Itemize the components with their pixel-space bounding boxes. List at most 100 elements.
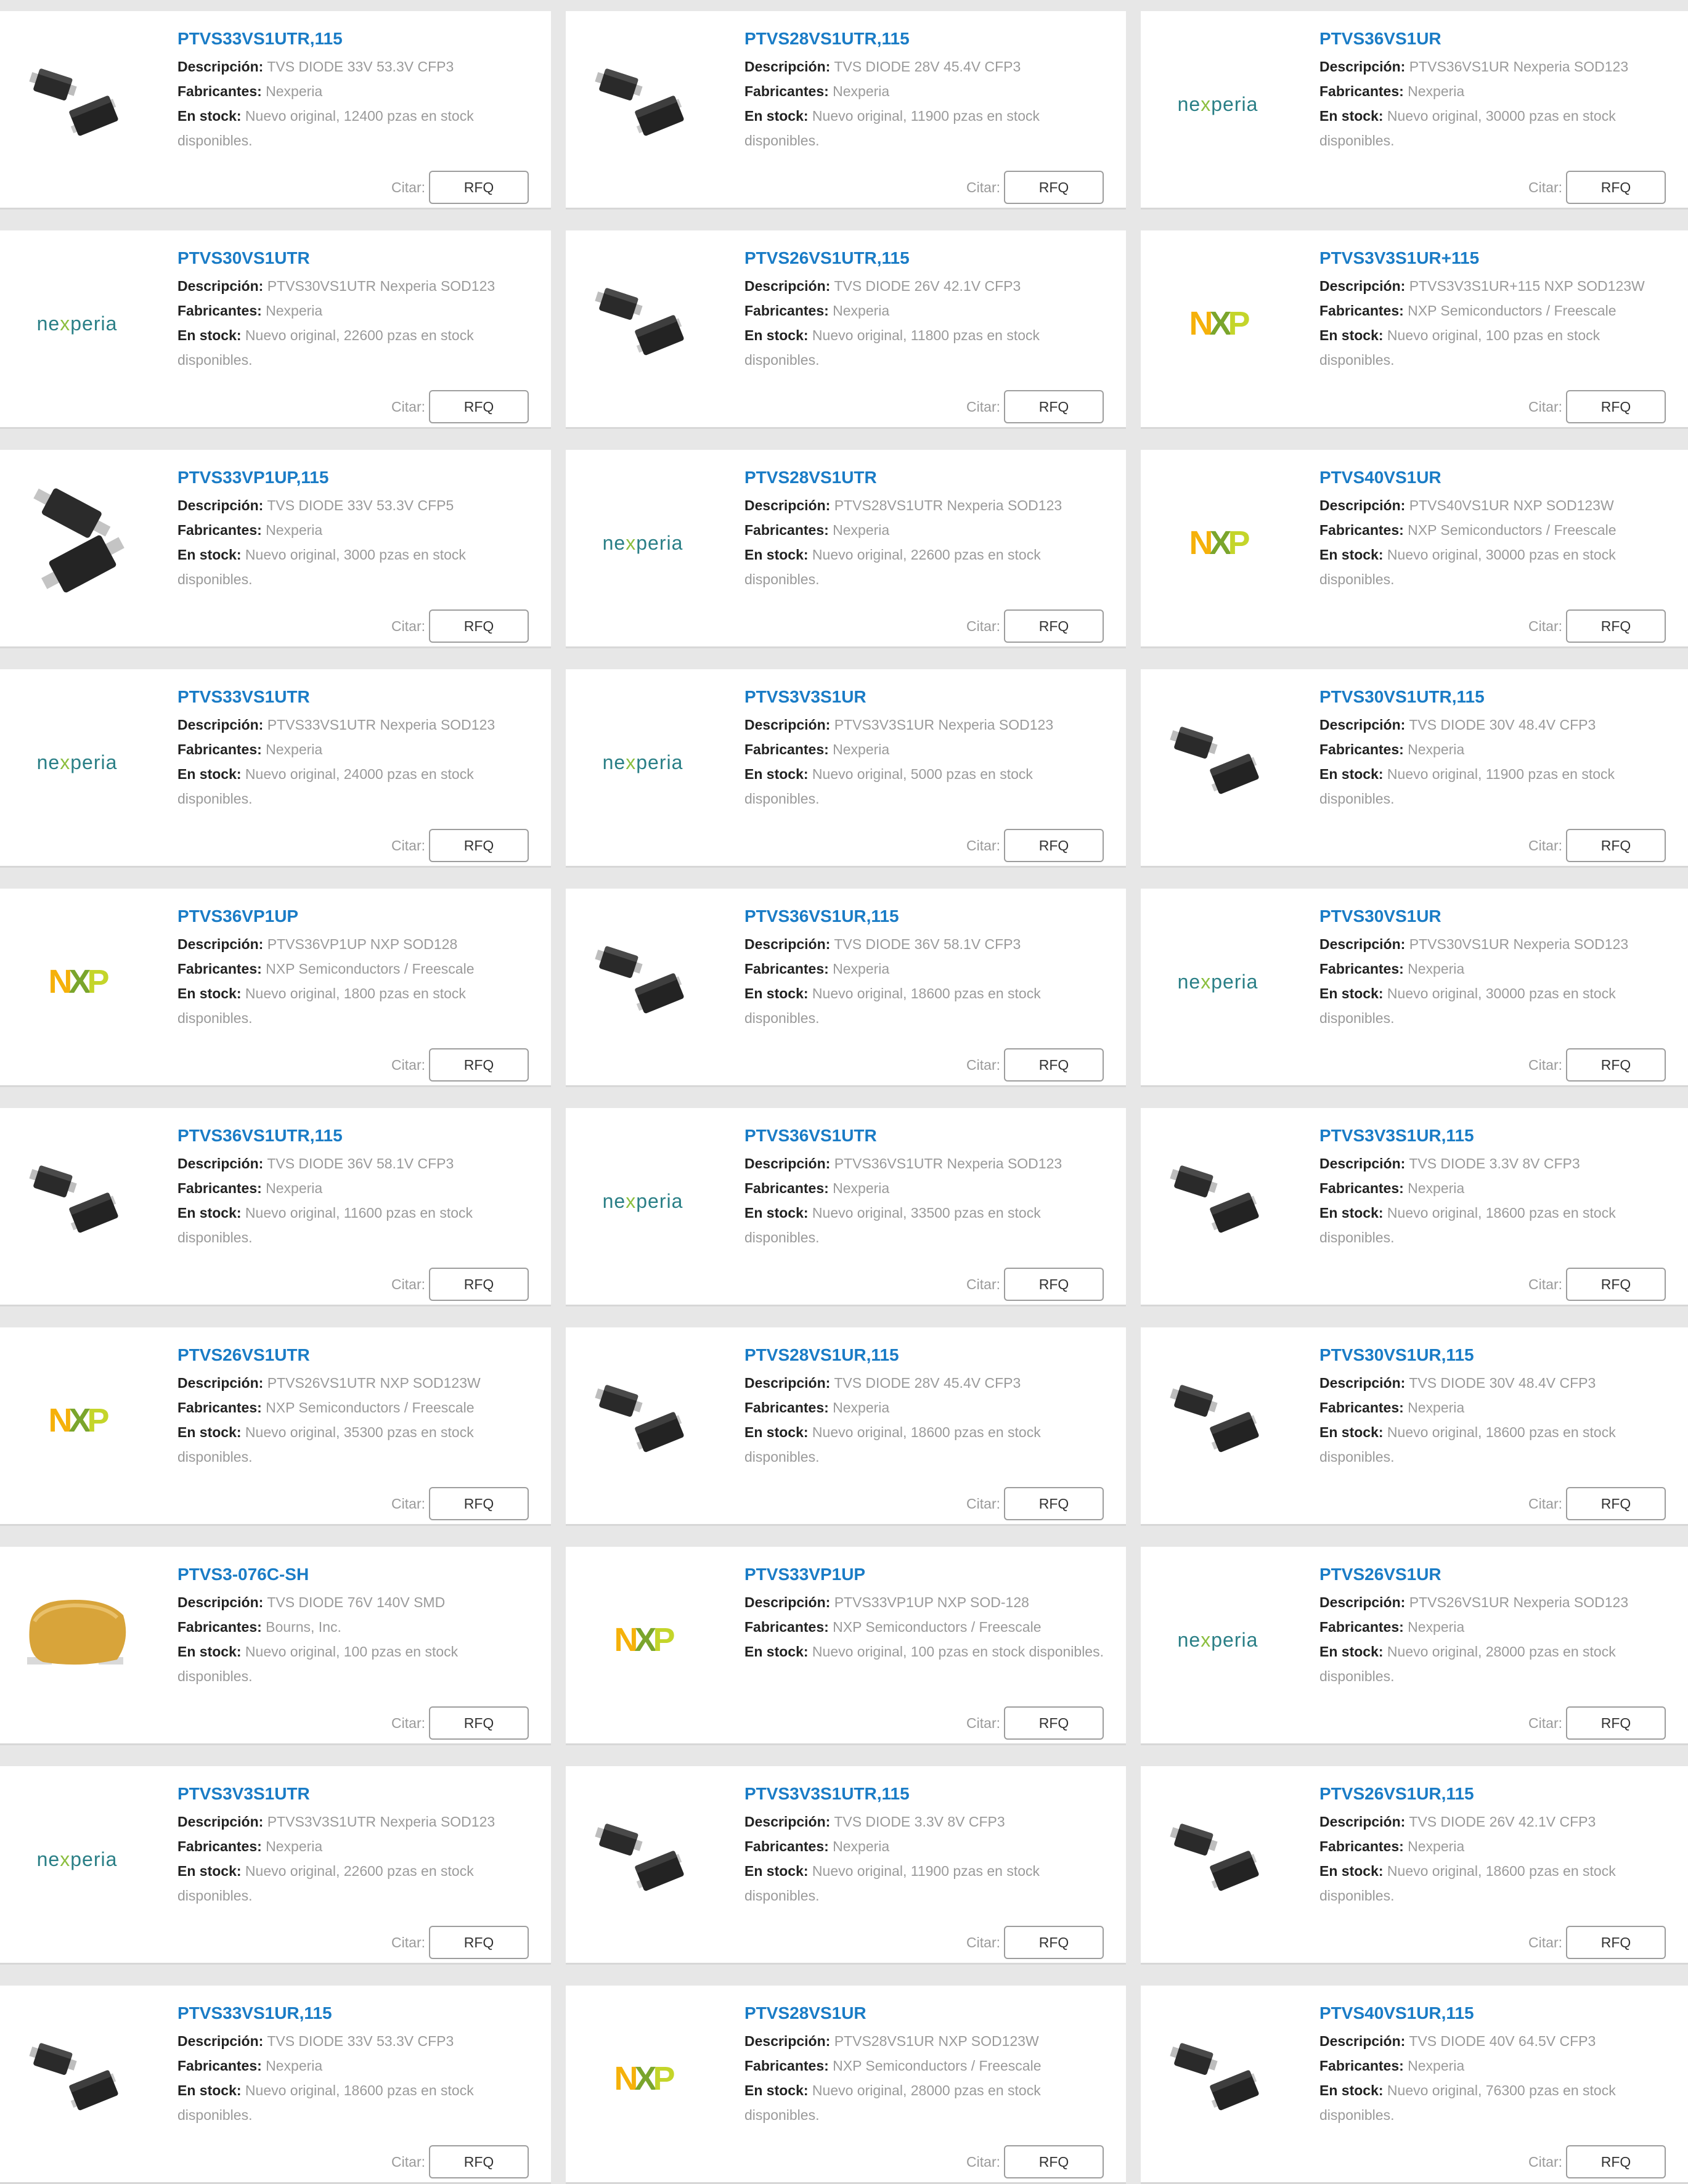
rfq-button[interactable]: RFQ — [429, 829, 529, 862]
rfq-button[interactable]: RFQ — [429, 1706, 529, 1740]
product-image[interactable]: nexperia — [578, 704, 707, 821]
product-image[interactable]: nexperia — [12, 1801, 142, 1918]
product-image[interactable]: NXP — [1153, 484, 1282, 601]
nxp-logo: NXP — [1189, 524, 1250, 561]
product-part-link[interactable]: PTVS33VS1UR,115 — [177, 2003, 536, 2024]
rfq-button[interactable]: RFQ — [429, 1487, 529, 1520]
product-image[interactable]: nexperia — [1153, 923, 1282, 1040]
product-image[interactable]: NXP — [12, 923, 142, 1040]
product-part-link[interactable]: PTVS30VS1UR — [1319, 906, 1673, 927]
product-image[interactable] — [578, 923, 707, 1040]
rfq-button[interactable]: RFQ — [1004, 1706, 1104, 1740]
product-part-link[interactable]: PTVS33VS1UTR — [177, 687, 536, 707]
product-part-link[interactable]: PTVS30VS1UTR,115 — [1319, 687, 1673, 707]
rfq-button[interactable]: RFQ — [429, 171, 529, 204]
product-image[interactable] — [12, 46, 142, 163]
product-part-link[interactable]: PTVS3V3S1UTR,115 — [744, 1783, 1111, 1804]
product-image[interactable]: NXP — [578, 1581, 707, 1698]
rfq-button[interactable]: RFQ — [1004, 171, 1104, 204]
rfq-button[interactable]: RFQ — [1566, 1926, 1666, 1959]
product-part-link[interactable]: PTVS36VS1UR — [1319, 28, 1673, 49]
rfq-button[interactable]: RFQ — [1566, 1487, 1666, 1520]
product-part-link[interactable]: PTVS3V3S1UR — [744, 687, 1111, 707]
description-row: Descripción: PTVS26VS1UTR NXP SOD123W — [177, 1371, 536, 1395]
product-part-link[interactable]: PTVS26VS1UTR — [177, 1345, 536, 1366]
product-image[interactable] — [1153, 1801, 1282, 1918]
product-image[interactable] — [1153, 1143, 1282, 1260]
product-image[interactable] — [578, 46, 707, 163]
product-card: PTVS33VS1UR,115 Descripción: TVS DIODE 3… — [0, 1986, 551, 2184]
product-part-link[interactable]: PTVS33VP1UP,115 — [177, 467, 536, 488]
product-image[interactable]: nexperia — [12, 704, 142, 821]
product-part-link[interactable]: PTVS36VS1UTR — [744, 1125, 1111, 1146]
product-image[interactable] — [12, 2020, 142, 2137]
manufacturer-row: Fabricantes: Nexperia — [744, 298, 1111, 323]
product-part-link[interactable]: PTVS33VS1UTR,115 — [177, 28, 536, 49]
product-image[interactable]: nexperia — [1153, 1581, 1282, 1698]
product-image[interactable] — [12, 1143, 142, 1260]
product-part-link[interactable]: PTVS36VS1UR,115 — [744, 906, 1111, 927]
description-value: TVS DIODE 3.3V 8V CFP3 — [1409, 1155, 1580, 1171]
rfq-button[interactable]: RFQ — [1004, 1926, 1104, 1959]
product-image[interactable] — [578, 265, 707, 382]
rfq-button[interactable]: RFQ — [1004, 390, 1104, 423]
product-part-link[interactable]: PTVS36VS1UTR,115 — [177, 1125, 536, 1146]
rfq-button[interactable]: RFQ — [429, 1048, 529, 1082]
product-image[interactable]: nexperia — [578, 1143, 707, 1260]
product-part-link[interactable]: PTVS3-076C-SH — [177, 1564, 536, 1585]
product-part-link[interactable]: PTVS28VS1UTR — [744, 467, 1111, 488]
rfq-button[interactable]: RFQ — [1566, 609, 1666, 643]
product-image[interactable] — [1153, 2020, 1282, 2137]
rfq-button[interactable]: RFQ — [1004, 2145, 1104, 2178]
rfq-button[interactable]: RFQ — [429, 609, 529, 643]
rfq-button[interactable]: RFQ — [1566, 390, 1666, 423]
product-part-link[interactable]: PTVS26VS1UTR,115 — [744, 248, 1111, 269]
product-part-link[interactable]: PTVS3V3S1UTR — [177, 1783, 536, 1804]
product-part-link[interactable]: PTVS26VS1UR,115 — [1319, 1783, 1673, 1804]
product-image[interactable] — [1153, 1362, 1282, 1479]
rfq-button[interactable]: RFQ — [1566, 171, 1666, 204]
manufacturer-row: Fabricantes: Nexperia — [177, 79, 536, 104]
product-part-link[interactable]: PTVS28VS1UR — [744, 2003, 1111, 2024]
product-part-link[interactable]: PTVS40VS1UR — [1319, 467, 1673, 488]
rfq-button[interactable]: RFQ — [1566, 1268, 1666, 1301]
rfq-button[interactable]: RFQ — [1004, 829, 1104, 862]
rfq-button[interactable]: RFQ — [429, 1926, 529, 1959]
manufacturer-label: Fabricantes: — [1319, 1180, 1404, 1196]
quote-area: Citar: RFQ — [391, 171, 529, 204]
product-image[interactable] — [12, 484, 142, 601]
rfq-button[interactable]: RFQ — [429, 2145, 529, 2178]
product-part-link[interactable]: PTVS30VS1UTR — [177, 248, 536, 269]
product-part-link[interactable]: PTVS36VP1UP — [177, 906, 536, 927]
product-part-link[interactable]: PTVS33VP1UP — [744, 1564, 1111, 1585]
rfq-button[interactable]: RFQ — [1004, 609, 1104, 643]
product-part-link[interactable]: PTVS30VS1UR,115 — [1319, 1345, 1673, 1366]
product-part-link[interactable]: PTVS3V3S1UR,115 — [1319, 1125, 1673, 1146]
product-image[interactable]: NXP — [12, 1362, 142, 1479]
product-part-link[interactable]: PTVS40VS1UR,115 — [1319, 2003, 1673, 2024]
product-image[interactable]: nexperia — [12, 265, 142, 382]
description-row: Descripción: TVS DIODE 26V 42.1V CFP3 — [1319, 1809, 1673, 1834]
product-image[interactable]: NXP — [578, 2020, 707, 2137]
product-image[interactable]: nexperia — [1153, 46, 1282, 163]
product-part-link[interactable]: PTVS28VS1UR,115 — [744, 1345, 1111, 1366]
rfq-button[interactable]: RFQ — [1004, 1268, 1104, 1301]
rfq-button[interactable]: RFQ — [429, 390, 529, 423]
product-part-link[interactable]: PTVS3V3S1UR+115 — [1319, 248, 1673, 269]
rfq-button[interactable]: RFQ — [429, 1268, 529, 1301]
product-part-link[interactable]: PTVS26VS1UR — [1319, 1564, 1673, 1585]
product-image[interactable]: NXP — [1153, 265, 1282, 382]
rfq-button[interactable]: RFQ — [1004, 1487, 1104, 1520]
rfq-button[interactable]: RFQ — [1566, 1048, 1666, 1082]
product-image[interactable] — [1153, 704, 1282, 821]
product-card: NXP PTVS28VS1UR Descripción: PTVS28VS1UR… — [566, 1986, 1126, 2184]
rfq-button[interactable]: RFQ — [1566, 1706, 1666, 1740]
product-image[interactable] — [578, 1801, 707, 1918]
rfq-button[interactable]: RFQ — [1004, 1048, 1104, 1082]
rfq-button[interactable]: RFQ — [1566, 829, 1666, 862]
product-image[interactable]: nexperia — [578, 484, 707, 601]
product-image[interactable] — [578, 1362, 707, 1479]
product-image[interactable] — [12, 1581, 142, 1698]
product-part-link[interactable]: PTVS28VS1UTR,115 — [744, 28, 1111, 49]
rfq-button[interactable]: RFQ — [1566, 2145, 1666, 2178]
